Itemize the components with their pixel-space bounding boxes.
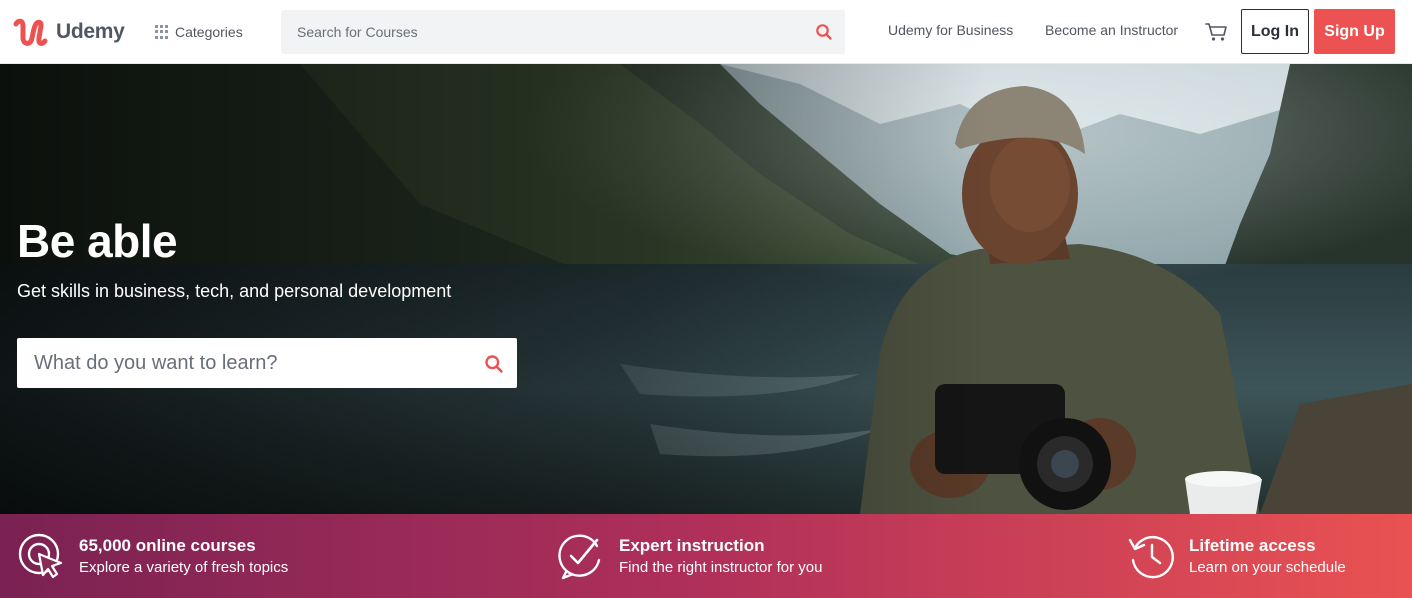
hero-title: Be able	[17, 215, 178, 267]
become-instructor-link[interactable]: Become an Instructor	[1045, 22, 1178, 38]
hero-search	[17, 338, 517, 388]
login-button[interactable]: Log In	[1241, 9, 1309, 54]
signup-button[interactable]: Sign Up	[1314, 9, 1395, 54]
feature-online-courses: 65,000 online courses Explore a variety …	[17, 514, 288, 598]
top-header: Udemy Categories Udemy for Business Beco…	[0, 0, 1412, 64]
feature-title: Expert instruction	[619, 536, 765, 555]
feature-lifetime-access: Lifetime access Learn on your schedule	[1127, 514, 1346, 598]
hero-search-input[interactable]	[17, 338, 457, 388]
feature-subtitle: Find the right instructor for you	[619, 559, 823, 576]
search-icon[interactable]	[815, 23, 833, 41]
udemy-u-icon	[13, 18, 48, 46]
categories-menu[interactable]: Categories	[155, 20, 243, 44]
udemy-for-business-link[interactable]: Udemy for Business	[888, 22, 1013, 38]
cart-icon[interactable]	[1205, 21, 1229, 43]
search-icon[interactable]	[484, 354, 504, 374]
features-banner: 65,000 online courses Explore a variety …	[0, 514, 1412, 598]
hero-subtitle: Get skills in business, tech, and person…	[17, 281, 452, 301]
clock-rewind-icon	[1128, 535, 1174, 579]
check-bubble-icon	[558, 534, 601, 580]
feature-title: 65,000 online courses	[79, 536, 256, 555]
feature-title: Lifetime access	[1189, 536, 1316, 555]
header-search-input[interactable]	[281, 10, 781, 54]
hero-section: Be able Get skills in business, tech, an…	[0, 64, 1412, 514]
logo-text: Udemy	[56, 20, 125, 43]
target-cursor-icon	[18, 533, 63, 579]
grid-icon	[155, 25, 169, 39]
header-search	[281, 10, 845, 54]
udemy-logo[interactable]: Udemy	[12, 14, 125, 50]
feature-subtitle: Explore a variety of fresh topics	[79, 559, 289, 576]
feature-expert-instruction: Expert instruction Find the right instru…	[557, 514, 822, 598]
feature-subtitle: Learn on your schedule	[1189, 559, 1346, 576]
categories-label: Categories	[175, 24, 243, 40]
